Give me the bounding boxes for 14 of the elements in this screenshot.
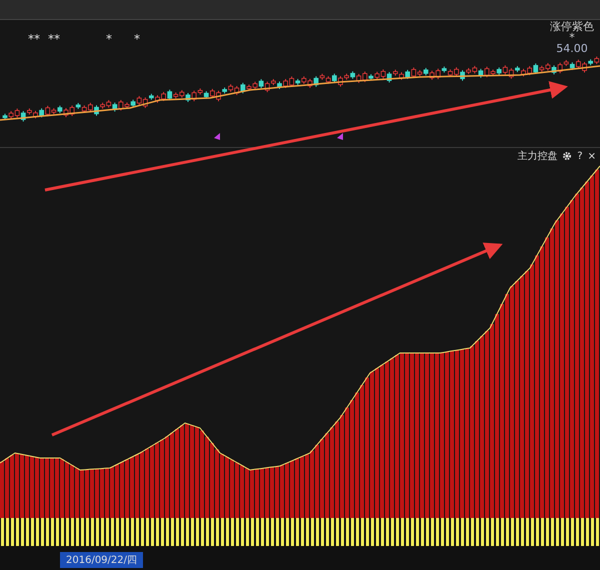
- star-marker: **: [28, 32, 40, 46]
- star-marker: *: [106, 32, 112, 46]
- price-label: 54.00: [556, 43, 588, 54]
- help-button[interactable]: ?: [577, 150, 583, 162]
- triangle-icon: [214, 133, 220, 140]
- star-marker: **: [48, 32, 60, 46]
- legend-label: 涨停紫色: [550, 21, 594, 32]
- triangle-icon: [337, 133, 343, 140]
- settings-icon[interactable]: [562, 151, 572, 161]
- date-label: 2016/09/22/四: [60, 552, 144, 568]
- indicator-title: 主力控盘: [517, 150, 558, 163]
- star-marker: *: [134, 32, 140, 46]
- star-marker: *: [569, 32, 575, 43]
- close-button[interactable]: ×: [588, 150, 596, 162]
